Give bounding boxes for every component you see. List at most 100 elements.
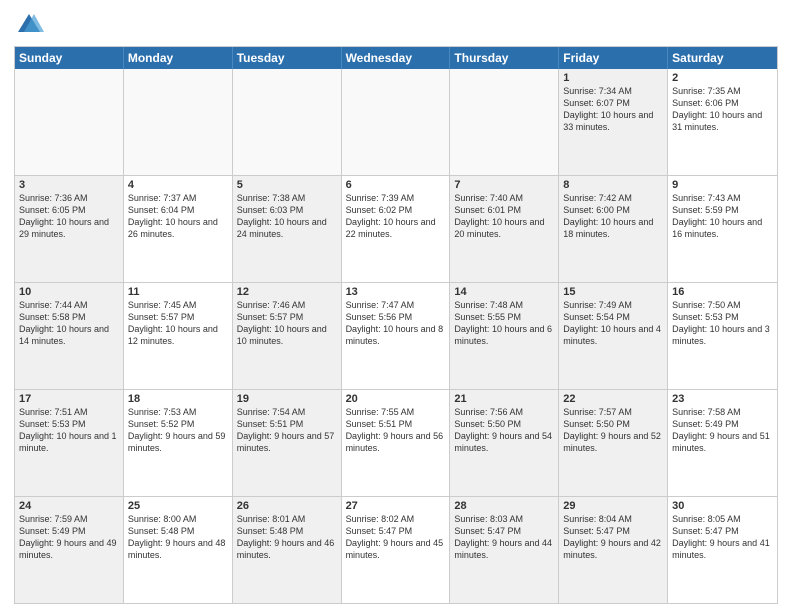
day-number: 13 <box>346 286 446 298</box>
day-info: Sunrise: 7:49 AM Sunset: 5:54 PM Dayligh… <box>563 299 663 348</box>
calendar-cell: 4Sunrise: 7:37 AM Sunset: 6:04 PM Daylig… <box>124 176 233 282</box>
calendar-cell: 19Sunrise: 7:54 AM Sunset: 5:51 PM Dayli… <box>233 390 342 496</box>
calendar-header-saturday: Saturday <box>668 47 777 69</box>
day-info: Sunrise: 7:47 AM Sunset: 5:56 PM Dayligh… <box>346 299 446 348</box>
day-number: 25 <box>128 500 228 512</box>
day-info: Sunrise: 7:44 AM Sunset: 5:58 PM Dayligh… <box>19 299 119 348</box>
day-info: Sunrise: 7:40 AM Sunset: 6:01 PM Dayligh… <box>454 192 554 241</box>
day-info: Sunrise: 7:59 AM Sunset: 5:49 PM Dayligh… <box>19 513 119 562</box>
day-number: 27 <box>346 500 446 512</box>
header <box>14 10 778 40</box>
day-number: 29 <box>563 500 663 512</box>
calendar-cell: 29Sunrise: 8:04 AM Sunset: 5:47 PM Dayli… <box>559 497 668 603</box>
day-info: Sunrise: 8:03 AM Sunset: 5:47 PM Dayligh… <box>454 513 554 562</box>
day-info: Sunrise: 7:54 AM Sunset: 5:51 PM Dayligh… <box>237 406 337 455</box>
day-number: 14 <box>454 286 554 298</box>
calendar: SundayMondayTuesdayWednesdayThursdayFrid… <box>14 46 778 604</box>
calendar-cell <box>233 69 342 175</box>
calendar-header-tuesday: Tuesday <box>233 47 342 69</box>
day-number: 16 <box>672 286 773 298</box>
calendar-cell: 21Sunrise: 7:56 AM Sunset: 5:50 PM Dayli… <box>450 390 559 496</box>
calendar-cell: 7Sunrise: 7:40 AM Sunset: 6:01 PM Daylig… <box>450 176 559 282</box>
day-info: Sunrise: 7:37 AM Sunset: 6:04 PM Dayligh… <box>128 192 228 241</box>
day-info: Sunrise: 7:55 AM Sunset: 5:51 PM Dayligh… <box>346 406 446 455</box>
day-number: 8 <box>563 179 663 191</box>
calendar-cell: 22Sunrise: 7:57 AM Sunset: 5:50 PM Dayli… <box>559 390 668 496</box>
calendar-cell: 2Sunrise: 7:35 AM Sunset: 6:06 PM Daylig… <box>668 69 777 175</box>
day-info: Sunrise: 7:56 AM Sunset: 5:50 PM Dayligh… <box>454 406 554 455</box>
calendar-header-sunday: Sunday <box>15 47 124 69</box>
day-info: Sunrise: 7:34 AM Sunset: 6:07 PM Dayligh… <box>563 85 663 134</box>
calendar-cell: 24Sunrise: 7:59 AM Sunset: 5:49 PM Dayli… <box>15 497 124 603</box>
calendar-week-4: 17Sunrise: 7:51 AM Sunset: 5:53 PM Dayli… <box>15 389 777 496</box>
calendar-cell: 12Sunrise: 7:46 AM Sunset: 5:57 PM Dayli… <box>233 283 342 389</box>
day-number: 5 <box>237 179 337 191</box>
day-number: 21 <box>454 393 554 405</box>
day-number: 9 <box>672 179 773 191</box>
calendar-week-5: 24Sunrise: 7:59 AM Sunset: 5:49 PM Dayli… <box>15 496 777 603</box>
day-info: Sunrise: 7:42 AM Sunset: 6:00 PM Dayligh… <box>563 192 663 241</box>
day-info: Sunrise: 8:00 AM Sunset: 5:48 PM Dayligh… <box>128 513 228 562</box>
day-number: 24 <box>19 500 119 512</box>
calendar-cell: 6Sunrise: 7:39 AM Sunset: 6:02 PM Daylig… <box>342 176 451 282</box>
page: SundayMondayTuesdayWednesdayThursdayFrid… <box>0 0 792 612</box>
day-number: 7 <box>454 179 554 191</box>
calendar-cell: 5Sunrise: 7:38 AM Sunset: 6:03 PM Daylig… <box>233 176 342 282</box>
day-info: Sunrise: 8:02 AM Sunset: 5:47 PM Dayligh… <box>346 513 446 562</box>
calendar-cell: 3Sunrise: 7:36 AM Sunset: 6:05 PM Daylig… <box>15 176 124 282</box>
day-info: Sunrise: 7:46 AM Sunset: 5:57 PM Dayligh… <box>237 299 337 348</box>
calendar-cell: 16Sunrise: 7:50 AM Sunset: 5:53 PM Dayli… <box>668 283 777 389</box>
day-number: 4 <box>128 179 228 191</box>
calendar-cell: 18Sunrise: 7:53 AM Sunset: 5:52 PM Dayli… <box>124 390 233 496</box>
calendar-body: 1Sunrise: 7:34 AM Sunset: 6:07 PM Daylig… <box>15 69 777 603</box>
day-info: Sunrise: 7:48 AM Sunset: 5:55 PM Dayligh… <box>454 299 554 348</box>
calendar-cell <box>450 69 559 175</box>
calendar-cell: 28Sunrise: 8:03 AM Sunset: 5:47 PM Dayli… <box>450 497 559 603</box>
logo <box>14 10 48 40</box>
calendar-cell: 17Sunrise: 7:51 AM Sunset: 5:53 PM Dayli… <box>15 390 124 496</box>
day-info: Sunrise: 7:58 AM Sunset: 5:49 PM Dayligh… <box>672 406 773 455</box>
calendar-header-monday: Monday <box>124 47 233 69</box>
calendar-cell <box>342 69 451 175</box>
calendar-header-wednesday: Wednesday <box>342 47 451 69</box>
day-info: Sunrise: 7:50 AM Sunset: 5:53 PM Dayligh… <box>672 299 773 348</box>
day-number: 1 <box>563 72 663 84</box>
calendar-week-2: 3Sunrise: 7:36 AM Sunset: 6:05 PM Daylig… <box>15 175 777 282</box>
day-info: Sunrise: 7:35 AM Sunset: 6:06 PM Dayligh… <box>672 85 773 134</box>
day-number: 10 <box>19 286 119 298</box>
day-number: 23 <box>672 393 773 405</box>
calendar-cell: 10Sunrise: 7:44 AM Sunset: 5:58 PM Dayli… <box>15 283 124 389</box>
day-info: Sunrise: 7:36 AM Sunset: 6:05 PM Dayligh… <box>19 192 119 241</box>
calendar-cell: 20Sunrise: 7:55 AM Sunset: 5:51 PM Dayli… <box>342 390 451 496</box>
day-info: Sunrise: 7:53 AM Sunset: 5:52 PM Dayligh… <box>128 406 228 455</box>
calendar-cell: 1Sunrise: 7:34 AM Sunset: 6:07 PM Daylig… <box>559 69 668 175</box>
day-number: 20 <box>346 393 446 405</box>
calendar-header-row: SundayMondayTuesdayWednesdayThursdayFrid… <box>15 47 777 69</box>
day-info: Sunrise: 7:38 AM Sunset: 6:03 PM Dayligh… <box>237 192 337 241</box>
day-info: Sunrise: 8:05 AM Sunset: 5:47 PM Dayligh… <box>672 513 773 562</box>
calendar-week-1: 1Sunrise: 7:34 AM Sunset: 6:07 PM Daylig… <box>15 69 777 175</box>
calendar-week-3: 10Sunrise: 7:44 AM Sunset: 5:58 PM Dayli… <box>15 282 777 389</box>
calendar-cell: 8Sunrise: 7:42 AM Sunset: 6:00 PM Daylig… <box>559 176 668 282</box>
calendar-cell: 14Sunrise: 7:48 AM Sunset: 5:55 PM Dayli… <box>450 283 559 389</box>
calendar-cell <box>124 69 233 175</box>
calendar-cell: 11Sunrise: 7:45 AM Sunset: 5:57 PM Dayli… <box>124 283 233 389</box>
calendar-cell: 30Sunrise: 8:05 AM Sunset: 5:47 PM Dayli… <box>668 497 777 603</box>
calendar-cell: 27Sunrise: 8:02 AM Sunset: 5:47 PM Dayli… <box>342 497 451 603</box>
day-number: 15 <box>563 286 663 298</box>
calendar-cell <box>15 69 124 175</box>
day-number: 26 <box>237 500 337 512</box>
calendar-header-friday: Friday <box>559 47 668 69</box>
day-info: Sunrise: 8:01 AM Sunset: 5:48 PM Dayligh… <box>237 513 337 562</box>
day-number: 6 <box>346 179 446 191</box>
day-number: 18 <box>128 393 228 405</box>
calendar-cell: 15Sunrise: 7:49 AM Sunset: 5:54 PM Dayli… <box>559 283 668 389</box>
day-number: 3 <box>19 179 119 191</box>
day-info: Sunrise: 7:57 AM Sunset: 5:50 PM Dayligh… <box>563 406 663 455</box>
day-number: 30 <box>672 500 773 512</box>
logo-icon <box>14 10 44 40</box>
day-number: 19 <box>237 393 337 405</box>
day-number: 12 <box>237 286 337 298</box>
day-number: 22 <box>563 393 663 405</box>
calendar-cell: 13Sunrise: 7:47 AM Sunset: 5:56 PM Dayli… <box>342 283 451 389</box>
